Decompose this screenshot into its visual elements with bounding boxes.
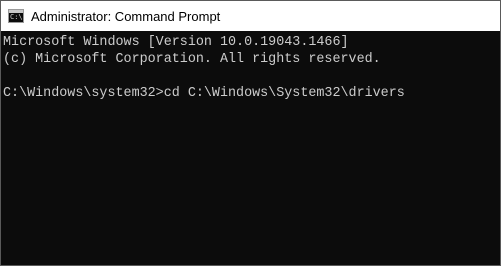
console-line-command[interactable]: C:\Windows\system32>cd C:\Windows\System…	[3, 85, 500, 102]
title-bar[interactable]: C:\ Administrator: Command Prompt	[1, 1, 500, 31]
console-line-copyright: (c) Microsoft Corporation. All rights re…	[3, 52, 381, 67]
window-title: Administrator: Command Prompt	[31, 8, 221, 24]
command-prompt-window: C:\ Administrator: Command Prompt Micros…	[0, 0, 501, 266]
cmd-icon[interactable]: C:\	[8, 9, 24, 23]
console-output[interactable]: Microsoft Windows [Version 10.0.19043.14…	[1, 31, 500, 102]
console-line-version: Microsoft Windows [Version 10.0.19043.14…	[3, 35, 349, 50]
cmd-icon-glyph: C:\	[10, 13, 23, 21]
